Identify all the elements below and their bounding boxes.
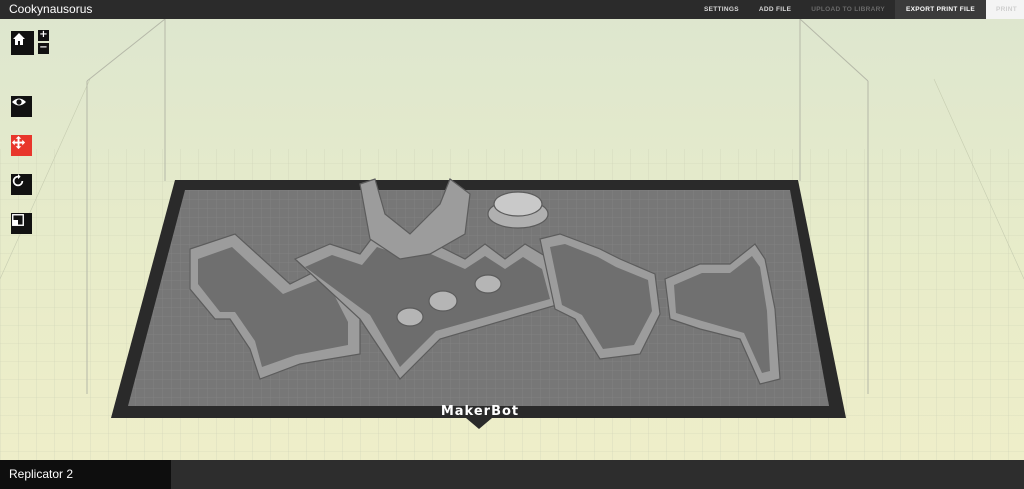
settings-button[interactable]: SETTINGS <box>694 0 749 19</box>
upload-to-library-button[interactable]: UPLOAD TO LIBRARY <box>801 0 895 19</box>
build-volume-viewport[interactable]: MakerBot + − <box>0 19 1024 460</box>
top-menu: SETTINGS ADD FILE UPLOAD TO LIBRARY EXPO… <box>694 0 1024 19</box>
home-view-button[interactable] <box>11 31 34 55</box>
zoom-out-button[interactable]: − <box>38 43 49 54</box>
scale-icon <box>12 214 24 226</box>
export-print-file-button[interactable]: EXPORT PRINT FILE <box>894 0 986 19</box>
bottom-bar: Replicator 2 <box>0 460 1024 489</box>
printer-selector[interactable]: Replicator 2 <box>0 460 171 489</box>
move-tool-button[interactable] <box>11 135 32 156</box>
makerbot-logo: MakerBot <box>441 404 519 419</box>
eye-icon <box>12 98 26 106</box>
view-tool-button[interactable] <box>11 96 32 117</box>
move-icon <box>11 135 26 150</box>
zoom-in-button[interactable]: + <box>38 30 49 41</box>
add-file-button[interactable]: ADD FILE <box>749 0 801 19</box>
rotate-icon <box>12 174 24 187</box>
scale-tool-button[interactable] <box>11 213 32 234</box>
app-title: Cookynausorus <box>9 2 93 16</box>
print-button[interactable]: PRINT <box>986 0 1024 19</box>
rotate-tool-button[interactable] <box>11 174 32 195</box>
home-icon <box>13 33 25 45</box>
top-bar: Cookynausorus SETTINGS ADD FILE UPLOAD T… <box>0 0 1024 19</box>
build-scene: MakerBot <box>0 19 1024 460</box>
